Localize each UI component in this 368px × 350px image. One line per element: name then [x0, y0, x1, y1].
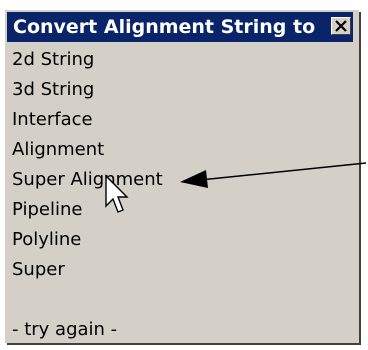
menu-item-super[interactable]: Super [12, 258, 65, 282]
menu-item-3d-string[interactable]: 3d String [12, 78, 94, 102]
menu-item-polyline[interactable]: Polyline [12, 228, 81, 252]
popup-menu: Convert Alignment String to 2d String 3d… [5, 10, 359, 343]
close-button[interactable] [331, 17, 351, 35]
close-icon [335, 20, 347, 32]
menu-item-alignment[interactable]: Alignment [12, 138, 104, 162]
menu-item-try-again[interactable]: - try again - [12, 318, 117, 342]
menu-item-pipeline[interactable]: Pipeline [12, 198, 82, 222]
menu-item-2d-string[interactable]: 2d String [12, 48, 94, 72]
menu-title: Convert Alignment String to [13, 16, 316, 38]
title-bar: Convert Alignment String to [7, 12, 353, 42]
menu-item-super-alignment[interactable]: Super Alignment [12, 168, 163, 192]
menu-item-interface[interactable]: Interface [12, 108, 93, 132]
